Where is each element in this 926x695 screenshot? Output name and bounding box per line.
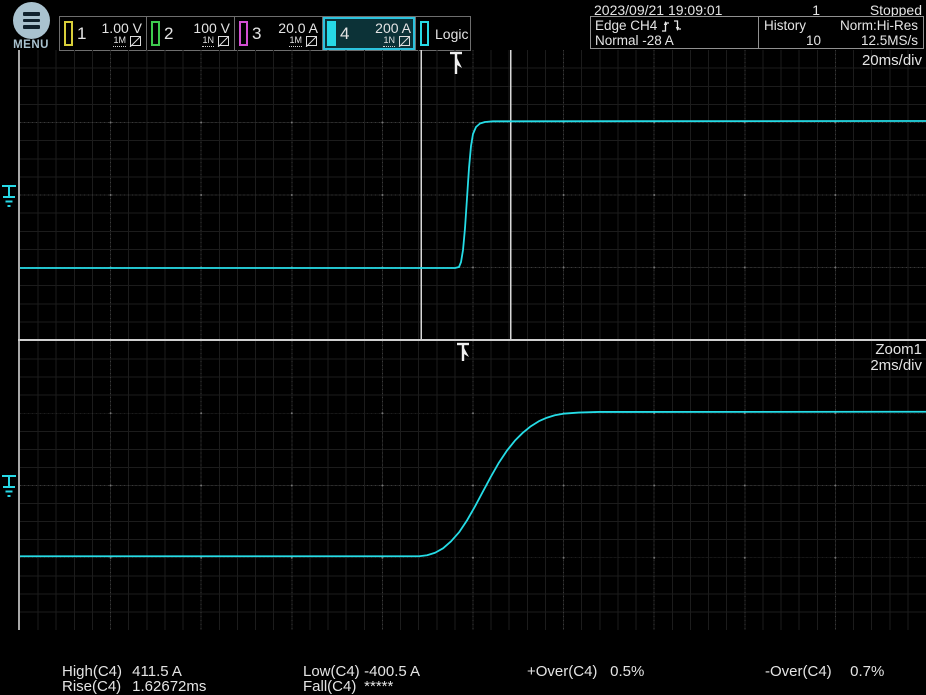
channel-1-number: 1	[77, 25, 86, 42]
trigger-position-marker-zoom[interactable]	[456, 342, 472, 369]
channel-1-color-bar	[64, 21, 73, 46]
channel-4-scale: 200 A	[375, 21, 411, 35]
measure-column-2: Low(C4) -400.5 A Fall(C4) *****	[303, 664, 420, 694]
probe-icon	[398, 36, 411, 47]
measure-pover-label: +Over(C4)	[527, 664, 606, 679]
t-flag-icon	[449, 51, 465, 77]
trigger-detail: Normal -28 A	[595, 33, 674, 48]
channel-3-number: 3	[252, 25, 261, 42]
earth-ground-icon	[1, 474, 18, 501]
measure-nover: -Over(C4) 0.7%	[765, 664, 884, 679]
measure-fall-label: Fall(C4)	[303, 679, 360, 694]
channel4-ground-marker-main[interactable]	[1, 184, 18, 216]
logic-cell[interactable]: Logic	[416, 17, 470, 50]
channel-strip: 1 1.00 V 1M 2 100 V 1N 3	[59, 16, 471, 51]
menu-icon	[13, 2, 50, 39]
trigger-mode: Edge CH4	[595, 18, 657, 33]
measure-high: High(C4) 411.5 A	[62, 664, 206, 679]
channel-3-cell[interactable]: 3 20.0 A 1M	[235, 17, 323, 50]
earth-ground-icon	[1, 184, 18, 211]
measure-rise: Rise(C4) 1.62672ms	[62, 679, 206, 694]
history-label: History	[764, 18, 821, 33]
measure-column-1: High(C4) 411.5 A Rise(C4) 1.62672ms	[62, 664, 206, 694]
main-grid-waveform	[20, 50, 926, 340]
channel-4-color-bar	[327, 21, 336, 46]
oscilloscope-screen: MENU 1 1.00 V 1M 2 100 V 1N	[0, 0, 926, 695]
measure-low-label: Low(C4)	[303, 664, 360, 679]
measure-high-label: High(C4)	[62, 664, 128, 679]
channel-2-cell[interactable]: 2 100 V 1N	[147, 17, 235, 50]
channel-2-scale: 100 V	[193, 21, 230, 35]
zoom-grid-waveform	[20, 341, 926, 630]
trigger-info[interactable]: Edge CH4 Normal -28 A	[591, 17, 759, 48]
probe-icon	[305, 36, 318, 47]
measure-column-3: +Over(C4) 0.5%	[527, 664, 644, 679]
channel-1-cell[interactable]: 1 1.00 V 1M	[60, 17, 147, 50]
measure-column-4: -Over(C4) 0.7%	[765, 664, 884, 679]
trigger-acquisition-info-box: Edge CH4 Normal -28 A History Norm:Hi-Re…	[590, 16, 924, 49]
channel-2-color-bar	[151, 21, 160, 46]
trigger-position-marker-main[interactable]	[449, 51, 465, 82]
zoom-waveform-window[interactable]	[20, 341, 926, 630]
logic-color-bar	[420, 21, 429, 46]
measure-fall: Fall(C4) *****	[303, 679, 420, 694]
acquisition-mode: Norm:Hi-Res	[840, 18, 918, 33]
acquisition-info[interactable]: History Norm:Hi-Res 10 12.5MS/s	[759, 17, 923, 48]
measure-low: Low(C4) -400.5 A	[303, 664, 420, 679]
channel-3-scale: 20.0 A	[278, 21, 318, 35]
menu-button[interactable]: MENU	[9, 2, 53, 51]
probe-icon	[129, 36, 142, 47]
channel-4-cell[interactable]: 4 200 A 1N	[323, 17, 416, 50]
channel-4-number: 4	[340, 25, 349, 42]
zoom-timebase-label: 2ms/div	[870, 357, 922, 374]
channel-3-coupling: 1M	[289, 36, 302, 47]
measure-fall-value: *****	[364, 678, 393, 695]
measure-nover-value: 0.7%	[850, 663, 884, 680]
channel-2-number: 2	[164, 25, 173, 42]
channel-2-coupling: 1N	[202, 36, 214, 47]
zoom-window-title: Zoom1	[875, 341, 922, 358]
channel4-ground-marker-zoom[interactable]	[1, 474, 18, 506]
measure-rise-value: 1.62672ms	[132, 678, 206, 695]
channel-4-coupling: 1N	[383, 36, 395, 47]
channel-3-color-bar	[239, 21, 248, 46]
channel-1-coupling: 1M	[113, 36, 126, 47]
history-count: 10	[764, 33, 821, 48]
measure-pover: +Over(C4) 0.5%	[527, 664, 644, 679]
logic-label: Logic	[435, 26, 468, 42]
channel-1-scale: 1.00 V	[102, 21, 142, 35]
main-waveform-window[interactable]	[20, 50, 926, 340]
measure-rise-label: Rise(C4)	[62, 679, 128, 694]
rising-falling-edge-icon	[661, 19, 683, 33]
main-timebase-label: 20ms/div	[862, 52, 922, 69]
measure-nover-label: -Over(C4)	[765, 664, 846, 679]
measure-pover-value: 0.5%	[610, 663, 644, 680]
probe-icon	[217, 36, 230, 47]
t-flag-icon	[456, 342, 472, 364]
sample-rate: 12.5MS/s	[861, 33, 918, 48]
